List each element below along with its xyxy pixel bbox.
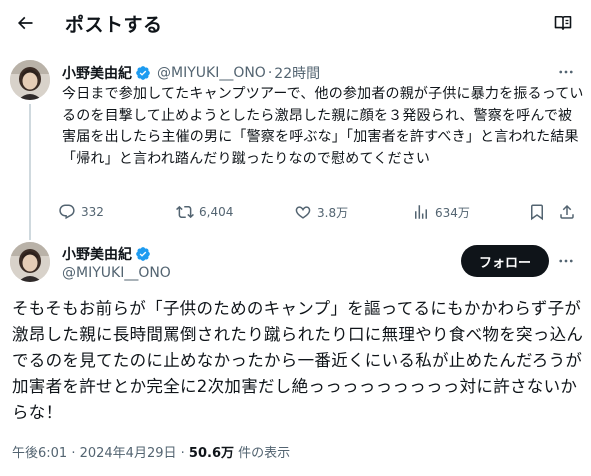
thread-connector-line <box>29 104 31 240</box>
heart-icon <box>295 206 311 219</box>
main-post-name-row: 小野美由紀 <box>62 244 151 264</box>
footer-separator: · <box>180 446 185 461</box>
bookmark-button[interactable] <box>528 199 551 225</box>
share-button[interactable] <box>558 199 581 225</box>
more-horizontal-icon <box>559 259 573 263</box>
reader-mode-button[interactable] <box>549 9 577 37</box>
reply-button[interactable]: 332 <box>58 199 104 225</box>
repost-button[interactable]: 6,404 <box>176 199 233 225</box>
avatar[interactable] <box>10 242 50 282</box>
post-timestamp[interactable]: 午後6:01 · 2024年4月29日 <box>12 446 177 461</box>
reply-post-text: 今日まで参加してたキャンプツアーで、他の参加者の親が子供に暴力を振るっているのを… <box>62 86 584 167</box>
verified-badge-icon <box>136 66 150 80</box>
more-options-button[interactable] <box>553 59 579 85</box>
back-button[interactable] <box>8 6 42 40</box>
reply-post-actions: 332 6,404 3.8万 634万 <box>58 199 583 225</box>
views-label: 件の表示 <box>238 446 291 461</box>
meta-separator: · <box>267 65 273 81</box>
handle[interactable]: @MIYUKI__ONO <box>62 265 171 281</box>
reader-mode-icon <box>554 15 572 31</box>
bookmark-icon <box>531 204 543 221</box>
repost-icon <box>176 205 194 219</box>
views-count: 634万 <box>435 205 470 220</box>
handle[interactable]: @MIYUKI__ONO <box>157 65 266 81</box>
reply-post-header: 小野美由紀 @MIYUKI__ONO · 22時間 <box>62 63 320 83</box>
follow-button[interactable]: フォロー <box>461 245 549 277</box>
views-count: 50.6万 <box>188 446 234 461</box>
views-chart-icon <box>415 205 427 219</box>
reply-icon <box>59 204 75 220</box>
views-button[interactable]: 634万 <box>412 199 470 225</box>
like-button[interactable]: 3.8万 <box>294 199 348 225</box>
top-header: ポストする <box>0 0 591 46</box>
main-post-text: そもそもお前らが「子供のためのキャンプ」を謳ってるにもかかわらず子が激昂した親に… <box>12 299 591 422</box>
more-horizontal-icon <box>559 70 573 74</box>
repost-count: 6,404 <box>199 205 234 219</box>
arrow-left-icon <box>17 16 33 30</box>
reply-count: 332 <box>81 205 104 219</box>
avatar[interactable] <box>10 60 50 100</box>
like-count: 3.8万 <box>317 205 349 220</box>
main-post-footer: 午後6:01 · 2024年4月29日 · 50.6万 件の表示 <box>12 442 290 461</box>
display-name[interactable]: 小野美由紀 <box>62 244 132 264</box>
verified-badge-icon <box>136 247 150 261</box>
post-time[interactable]: 22時間 <box>274 63 320 83</box>
page-title: ポストする <box>65 14 163 36</box>
display-name[interactable]: 小野美由紀 <box>62 63 132 83</box>
more-options-button[interactable] <box>553 248 579 274</box>
share-icon <box>560 204 574 219</box>
